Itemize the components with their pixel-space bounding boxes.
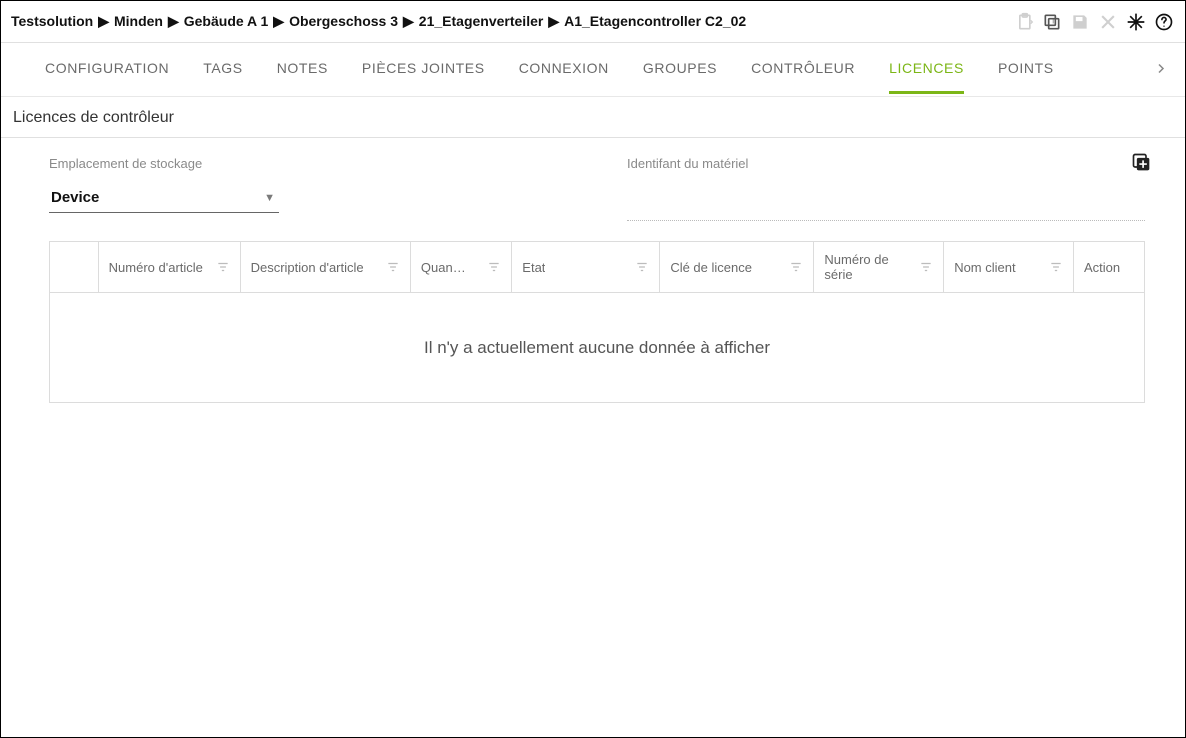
copy-icon[interactable]: T [1041,11,1063,33]
breadcrumb-segment[interactable]: 21_Etagenverteiler [419,13,544,29]
breadcrumb-segment[interactable]: Minden [114,13,163,29]
hardware-id-label: Identifant du matériel [627,156,1145,171]
tabs-scroll-right-icon[interactable] [1155,61,1167,78]
column-header[interactable]: Numéro de série [814,242,944,293]
licenses-table-empty: Il n'y a actuellement aucune donnée à af… [49,293,1145,403]
column-header[interactable] [50,242,99,293]
filter-icon[interactable] [487,260,501,274]
column-label: Clé de licence [670,260,752,275]
storage-location-label: Emplacement de stockage [49,156,567,171]
tab-contr-leur[interactable]: CONTRÔLEUR [751,45,855,94]
tab-points[interactable]: POINTS [998,45,1054,94]
column-header[interactable]: Quan… [410,242,511,293]
column-label: Quan… [421,260,466,275]
snowflake-icon[interactable] [1125,11,1147,33]
column-header[interactable]: Clé de licence [660,242,814,293]
column-label: Nom client [954,260,1015,275]
breadcrumb-separator-icon: ▶ [98,13,109,29]
column-header[interactable]: Description d'article [240,242,410,293]
tab-licences[interactable]: LICENCES [889,45,964,94]
breadcrumb: Testsolution▶Minden▶Gebäude A 1▶Obergesc… [11,13,746,30]
breadcrumb-segment[interactable]: Obergeschoss 3 [289,13,398,29]
column-label: Numéro d'article [109,260,203,275]
help-icon[interactable] [1153,11,1175,33]
tabs-row: CONFIGURATION TAGS NOTES PIÈCES JOINTES CONN… [1,43,1185,97]
breadcrumb-segment[interactable]: A1_Etagencontroller C2_02 [564,13,746,29]
filter-icon[interactable] [919,260,933,274]
storage-location-value: Device [51,189,99,206]
column-header[interactable]: Etat [512,242,660,293]
column-header[interactable]: Nom client [944,242,1074,293]
column-label: Action [1084,260,1120,275]
tab-notes[interactable]: NOTES [277,45,328,94]
column-label: Description d'article [251,260,364,275]
hardware-id-field[interactable] [627,199,1145,221]
breadcrumb-segment[interactable]: Testsolution [11,13,93,29]
breadcrumb-segment[interactable]: Gebäude A 1 [184,13,269,29]
section-title: Licences de contrôleur [1,97,1185,138]
column-header[interactable]: Numéro d'article [98,242,240,293]
tab-groupes[interactable]: GROUPES [643,45,717,94]
chevron-down-icon: ▼ [264,192,275,204]
save-icon [1069,11,1091,33]
filter-icon[interactable] [386,260,400,274]
svg-text:T: T [1051,18,1055,25]
filter-icon[interactable] [216,260,230,274]
breadcrumb-separator-icon: ▶ [403,13,414,29]
add-license-button[interactable] [1131,152,1151,175]
breadcrumb-separator-icon: ▶ [168,13,179,29]
tab-configuration[interactable]: CONFIGURATION [45,45,169,94]
tab-pi-ces-jointes[interactable]: PIÈCES JOINTES [362,45,485,94]
breadcrumb-separator-icon: ▶ [273,13,284,29]
storage-location-select[interactable]: Device ▼ [49,183,279,213]
licenses-table: Numéro d'article Description d'article Qua… [49,241,1145,293]
filter-icon[interactable] [789,260,803,274]
column-header[interactable]: Action [1073,242,1144,293]
column-label: Etat [522,260,545,275]
column-label: Numéro de série [824,252,913,282]
tab-connexion[interactable]: CONNEXION [519,45,609,94]
toolbar: T [1013,11,1175,33]
filter-icon[interactable] [635,260,649,274]
breadcrumb-separator-icon: ▶ [548,13,559,29]
close-icon [1097,11,1119,33]
tab-tags[interactable]: TAGS [203,45,242,94]
filter-icon[interactable] [1049,260,1063,274]
paste-icon [1013,11,1035,33]
